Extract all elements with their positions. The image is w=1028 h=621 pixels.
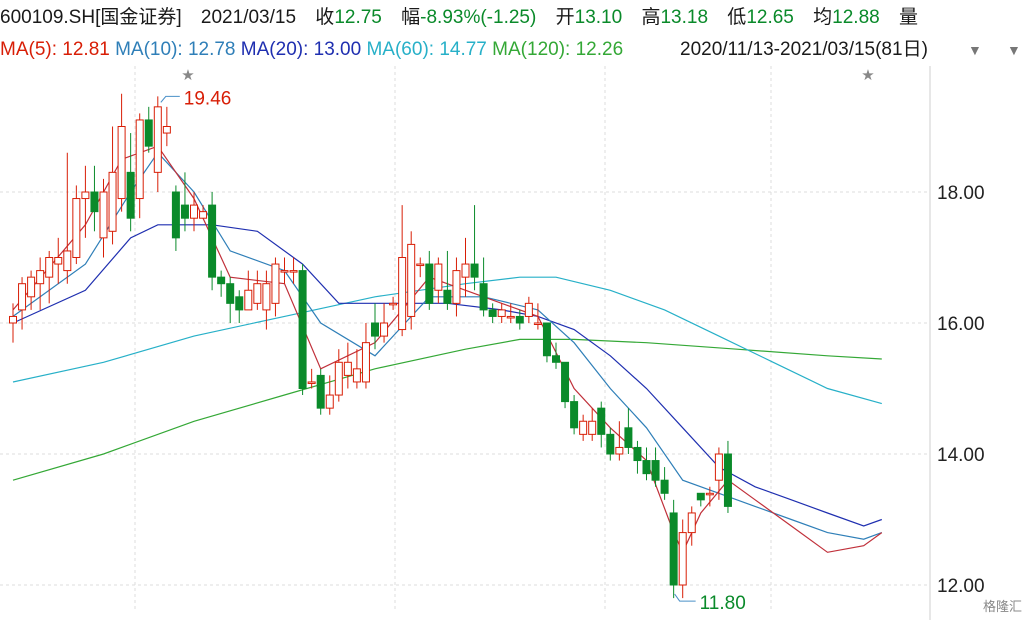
candle [488,309,497,317]
candle [117,126,126,200]
candlestick-chart: 18.00 16.00 14.00 12.00 19.46 11.80 ★ ★ [0,66,985,620]
candle [606,433,615,455]
ma10-line [12,151,883,540]
y-tick-label: 14.00 [937,445,985,466]
candle [199,211,208,219]
candle [217,276,226,285]
candle [434,263,443,291]
candle [72,198,81,259]
candle [208,204,217,278]
candle [90,191,99,213]
candle [570,401,579,429]
candle [542,322,551,357]
candle [579,420,588,435]
ma120-line [12,338,882,481]
candle [660,479,669,494]
candle [54,257,63,265]
candle [651,460,660,481]
candle [343,361,352,376]
candle [334,361,343,396]
candle [316,374,325,409]
candle [597,407,606,435]
candle [361,342,370,383]
candle [235,296,244,311]
candle [190,204,198,219]
candle [144,119,153,147]
candle [633,446,642,462]
candle [253,283,262,304]
candle [561,361,570,403]
candle [244,289,253,311]
candle [371,322,379,337]
candle [126,171,135,219]
candle [289,270,298,273]
candle [63,250,72,272]
candle [27,276,36,298]
y-tick-label: 12.00 [937,576,985,597]
candle [262,283,271,311]
candle [705,492,714,496]
candle [452,270,461,304]
candle [226,283,235,304]
candle [678,532,687,586]
candle [443,289,452,304]
y-tick-label: 16.00 [937,314,985,335]
candle [81,191,90,200]
candle [108,171,117,232]
candle [325,394,334,409]
candle [380,322,389,337]
candle [615,446,624,455]
candle [18,283,27,311]
candle [36,270,45,285]
candle [45,257,54,278]
y-tick-label: 18.00 [937,183,985,204]
candle [624,427,633,448]
candle [497,309,506,317]
candle [271,263,280,304]
candle [515,315,524,324]
ma5-line [12,145,883,554]
candle [687,512,696,534]
candle [642,460,651,475]
candle [99,191,108,239]
candle [552,355,560,363]
star-icon: ★ [861,67,874,84]
candle [461,263,470,278]
candle [470,263,479,278]
candle [398,257,407,331]
candle [180,204,189,219]
low-annotation: 11.80 [700,593,746,614]
candle [723,453,732,507]
watermark: 格隆汇 [982,599,1022,614]
candle [533,322,542,325]
candle [506,315,515,319]
candle [153,106,162,173]
candle [280,270,289,273]
candle [588,420,597,435]
candle [352,368,361,383]
candle [425,263,434,304]
candle [298,270,307,390]
star-icon: ★ [181,67,194,84]
candle [9,315,17,324]
candle [389,302,398,306]
candle [524,302,533,317]
candle [416,263,425,267]
candle [407,243,416,317]
low-marker-line [674,593,696,602]
candle [696,492,705,501]
candle [479,283,488,311]
high-annotation: 19.46 [184,88,232,109]
candle [714,453,723,481]
candle [135,119,144,200]
high-marker-line [160,95,180,103]
candle [307,381,316,384]
candle [162,126,171,134]
candle [669,512,678,586]
candle [171,191,180,239]
